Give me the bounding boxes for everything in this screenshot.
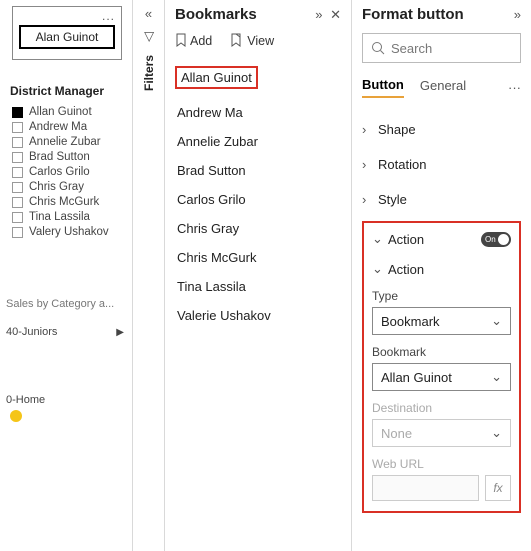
close-icon[interactable]: ✕ xyxy=(330,7,341,22)
section-action-header[interactable]: ⌄ Action On xyxy=(372,229,511,255)
bookmarks-pane: Bookmarks » ✕ Add View Allan Guinot Andre… xyxy=(165,0,352,551)
bookmark-item[interactable]: Andrew Ma xyxy=(175,101,341,124)
search-placeholder: Search xyxy=(391,41,432,56)
action-toggle[interactable]: On xyxy=(481,232,511,247)
checkbox-icon xyxy=(12,212,23,223)
button-visual[interactable]: ... Alan Guinot xyxy=(12,6,122,60)
report-canvas: ... Alan Guinot District Manager Allan G… xyxy=(0,0,133,551)
slicer-list: Allan Guinot Andrew Ma Annelie Zubar Brad S… xyxy=(4,106,130,238)
slicer-item[interactable]: Andrew Ma xyxy=(12,121,130,133)
bookmark-item[interactable]: Valerie Ushakov xyxy=(175,304,341,327)
category-home-label: 0-Home xyxy=(6,394,130,406)
tab-more-icon[interactable]: ··· xyxy=(508,80,521,95)
slicer-item[interactable]: Chris Gray xyxy=(12,181,130,193)
bookmarks-title: Bookmarks xyxy=(175,6,257,23)
slicer-item[interactable]: Carlos Grilo xyxy=(12,166,130,178)
search-input[interactable]: Search xyxy=(362,33,521,63)
weburl-input xyxy=(372,475,479,501)
category-juniors-label: 40-Juniors xyxy=(6,326,57,338)
bookmark-item[interactable]: Allan Guinot xyxy=(175,66,258,89)
slicer-item-label: Tina Lassila xyxy=(29,211,90,223)
section-shape[interactable]: ›Shape xyxy=(362,112,521,147)
checkbox-icon xyxy=(12,197,23,208)
legend-dot-icon xyxy=(10,410,22,422)
chevron-down-icon: ⌄ xyxy=(491,313,502,329)
type-select[interactable]: Bookmark⌄ xyxy=(372,307,511,335)
chevron-right-icon: › xyxy=(362,192,378,207)
category-juniors-row[interactable]: 40-Juniors ▶ xyxy=(4,326,130,338)
slicer-item-label: Carlos Grilo xyxy=(29,166,90,178)
bookmarks-list: Allan Guinot Andrew Ma Annelie Zubar Brad S… xyxy=(175,60,341,327)
tab-general[interactable]: General xyxy=(420,78,466,97)
checkbox-icon xyxy=(12,167,23,178)
search-icon xyxy=(371,41,385,55)
slicer-title: District Manager xyxy=(10,84,130,98)
expand-format-icon[interactable]: » xyxy=(514,7,521,22)
chevron-right-icon: ▶ xyxy=(116,327,124,338)
bookmark-item[interactable]: Chris McGurk xyxy=(175,246,341,269)
bookmark-add-button[interactable]: Add xyxy=(175,33,212,48)
filters-pane-collapsed[interactable]: « ◁ Filters xyxy=(133,0,165,551)
slicer-item-label: Chris McGurk xyxy=(29,196,99,208)
filters-label: Filters xyxy=(142,55,156,91)
checkbox-icon xyxy=(12,122,23,133)
expand-icon[interactable]: » xyxy=(315,7,322,22)
weburl-label: Web URL xyxy=(372,457,511,471)
chevron-right-icon: › xyxy=(362,157,378,172)
visual-options-icon[interactable]: ... xyxy=(102,9,115,23)
slicer-item[interactable]: Chris McGurk xyxy=(12,196,130,208)
slicer-item[interactable]: Tina Lassila xyxy=(12,211,130,223)
filter-icon: ◁ xyxy=(141,22,157,53)
checkbox-icon xyxy=(12,137,23,148)
type-label: Type xyxy=(372,289,511,303)
visual-sales-title: Sales by Category a... xyxy=(6,298,130,310)
bookmark-item[interactable]: Chris Gray xyxy=(175,217,341,240)
bookmark-select[interactable]: Allan Guinot⌄ xyxy=(372,363,511,391)
chevron-down-icon: ⌄ xyxy=(491,369,502,385)
bookmark-item[interactable]: Tina Lassila xyxy=(175,275,341,298)
chevron-right-icon: › xyxy=(362,122,378,137)
bookmark-view-button[interactable]: View xyxy=(230,33,274,48)
checkbox-icon xyxy=(12,182,23,193)
slicer-item[interactable]: Annelie Zubar xyxy=(12,136,130,148)
slicer-item-label: Valery Ushakov xyxy=(29,226,109,238)
bookmark-item[interactable]: Annelie Zubar xyxy=(175,130,341,153)
slicer-item[interactable]: Allan Guinot xyxy=(12,106,130,118)
checkbox-icon xyxy=(12,227,23,238)
chevron-down-icon: ⌄ xyxy=(372,231,388,247)
slicer-item-label: Brad Sutton xyxy=(29,151,90,163)
slicer-item-label: Chris Gray xyxy=(29,181,84,193)
format-title: Format button xyxy=(362,6,464,23)
fx-button[interactable]: fx xyxy=(485,475,511,501)
tab-button[interactable]: Button xyxy=(362,77,404,98)
collapse-icon[interactable]: « xyxy=(133,6,164,21)
action-section-highlight: ⌄ Action On ⌄ Action Type Bookmark⌄ Book… xyxy=(362,221,521,513)
section-rotation[interactable]: ›Rotation xyxy=(362,147,521,182)
destination-select: None⌄ xyxy=(372,419,511,447)
chevron-down-icon: ⌄ xyxy=(372,261,388,277)
slicer-item-label: Annelie Zubar xyxy=(29,136,101,148)
slicer-item[interactable]: Brad Sutton xyxy=(12,151,130,163)
bookmark-label: Bookmark xyxy=(372,345,511,359)
checkbox-icon xyxy=(12,107,23,118)
section-style[interactable]: ›Style xyxy=(362,182,521,217)
destination-label: Destination xyxy=(372,401,511,415)
bookmark-item[interactable]: Carlos Grilo xyxy=(175,188,341,211)
slicer-item-label: Andrew Ma xyxy=(29,121,87,133)
slicer-item-label: Allan Guinot xyxy=(29,106,92,118)
checkbox-icon xyxy=(12,152,23,163)
button-visual-label: Alan Guinot xyxy=(19,25,115,49)
section-action-sub[interactable]: ⌄ Action xyxy=(372,255,511,279)
chevron-down-icon: ⌄ xyxy=(491,425,502,441)
bookmark-item[interactable]: Brad Sutton xyxy=(175,159,341,182)
slicer-item[interactable]: Valery Ushakov xyxy=(12,226,130,238)
format-pane: Format button » Search Button General ··… xyxy=(352,0,531,551)
